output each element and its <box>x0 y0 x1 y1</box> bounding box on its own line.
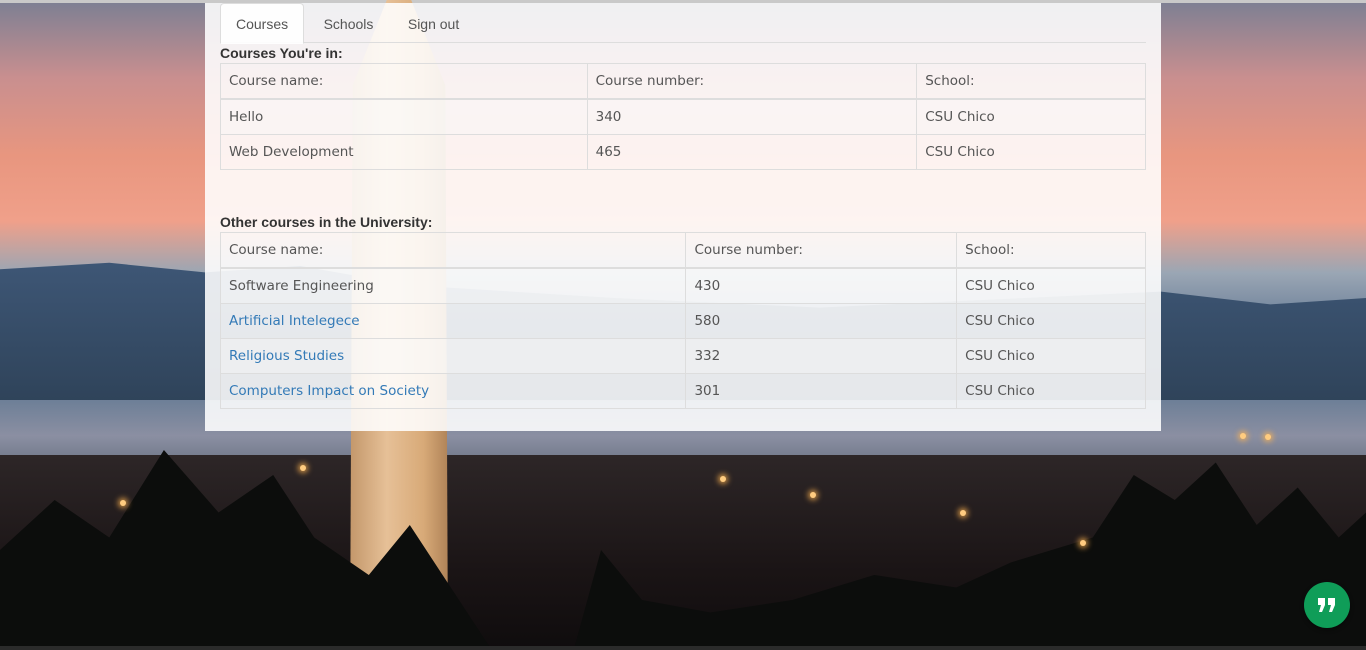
column-header-course-name: Course name: <box>220 63 588 100</box>
city-light <box>720 476 726 482</box>
table-header-row: Course name: Course number: School: <box>219 232 1146 269</box>
city-light <box>1080 540 1086 546</box>
table-row: Religious Studies 332 CSU Chico <box>219 338 1146 374</box>
course-link-artificial-intelegece[interactable]: Artificial Intelegece <box>229 313 360 329</box>
course-name-cell: Software Engineering <box>219 267 687 304</box>
tab-sign-out[interactable]: Sign out <box>393 4 474 42</box>
school-cell: CSU Chico <box>956 338 1146 374</box>
school-cell: CSU Chico <box>956 373 1146 409</box>
hangouts-quote-icon <box>1318 598 1335 612</box>
table-row: Computers Impact on Society 301 CSU Chic… <box>219 373 1146 409</box>
course-number-cell: 580 <box>685 303 958 339</box>
course-name-cell: Religious Studies <box>219 338 687 374</box>
tab-schools[interactable]: Schools <box>309 4 389 42</box>
school-cell: CSU Chico <box>916 98 1146 135</box>
course-number-cell: 340 <box>586 98 918 135</box>
column-header-course-number: Course number: <box>685 232 958 269</box>
tab-courses[interactable]: Courses <box>220 3 305 44</box>
table-row: Web Development 465 CSU Chico <box>220 134 1146 170</box>
main-panel: Courses Schools Sign out Courses You're … <box>205 3 1161 431</box>
school-cell: CSU Chico <box>916 134 1146 170</box>
course-number-cell: 301 <box>685 373 958 409</box>
course-link-computers-impact-on-society[interactable]: Computers Impact on Society <box>229 383 429 399</box>
city-light <box>1240 433 1246 439</box>
table-header-row: Course name: Course number: School: <box>220 63 1146 100</box>
other-courses-title: Other courses in the University: <box>220 214 433 230</box>
enrolled-courses-table: Course name: Course number: School: Hell… <box>220 63 1146 170</box>
course-name-cell: Computers Impact on Society <box>219 373 687 409</box>
enrolled-courses-title: Courses You're in: <box>220 45 343 61</box>
course-name-cell: Hello <box>220 98 588 135</box>
browser-bottom-bar <box>0 646 1366 650</box>
hangouts-button[interactable] <box>1304 582 1350 628</box>
other-courses-table: Course name: Course number: School: Soft… <box>219 232 1146 409</box>
city-light <box>1265 434 1271 440</box>
course-link-religious-studies[interactable]: Religious Studies <box>229 348 344 364</box>
column-header-course-number: Course number: <box>586 63 918 100</box>
column-header-school: School: <box>916 63 1146 100</box>
table-row: Software Engineering 430 CSU Chico <box>219 267 1146 304</box>
city-light <box>300 465 306 471</box>
nav-tabs: Courses Schools Sign out <box>220 3 1146 44</box>
column-header-course-name: Course name: <box>219 232 687 269</box>
course-number-cell: 430 <box>685 267 958 304</box>
city-light <box>120 500 126 506</box>
course-name-cell: Web Development <box>220 134 588 170</box>
course-number-cell: 465 <box>586 134 918 170</box>
course-number-cell: 332 <box>685 338 958 374</box>
city-light <box>960 510 966 516</box>
table-row: Artificial Intelegece 580 CSU Chico <box>219 303 1146 339</box>
school-cell: CSU Chico <box>956 303 1146 339</box>
city-light <box>810 492 816 498</box>
school-cell: CSU Chico <box>956 267 1146 304</box>
course-name-cell: Artificial Intelegece <box>219 303 687 339</box>
column-header-school: School: <box>956 232 1146 269</box>
table-row: Hello 340 CSU Chico <box>220 98 1146 135</box>
